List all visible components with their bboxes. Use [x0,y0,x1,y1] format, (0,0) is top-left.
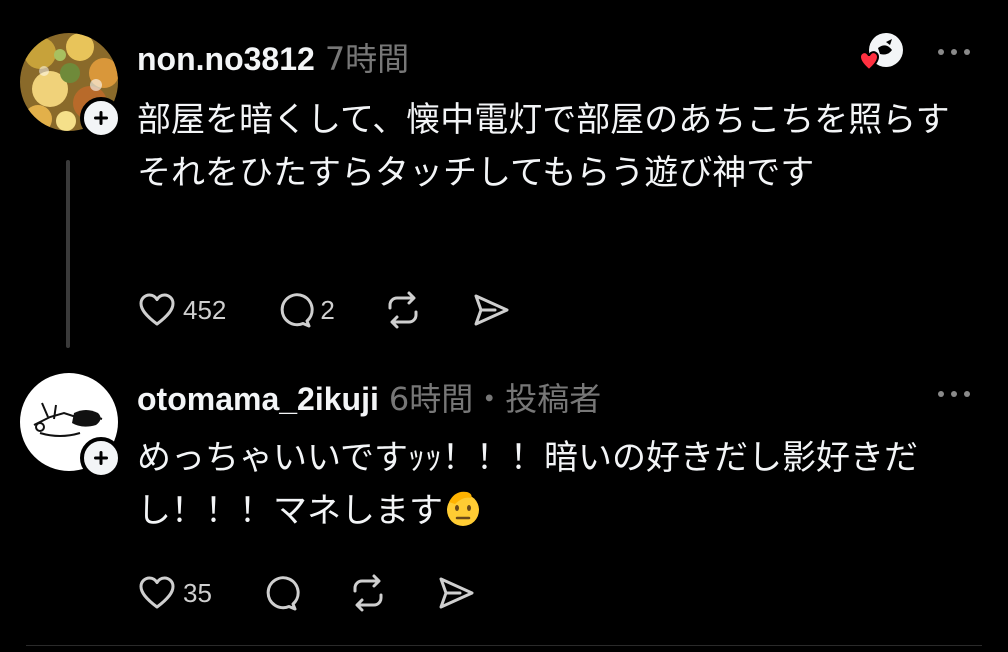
repost-icon [388,291,418,329]
share-button[interactable] [471,290,511,330]
heart-icon [139,576,175,609]
more-dots-icon [938,391,970,397]
reply-button[interactable]: 2 [274,290,335,330]
author-liked-badge [858,30,906,76]
send-icon [474,294,509,326]
post-actions: 35 [137,573,524,613]
repost-button[interactable] [348,573,388,613]
timestamp: 7時間 [324,40,410,78]
reply-count: 2 [320,294,335,325]
heart-icon [139,293,175,326]
timestamp-and-author-label: 6時間・投稿者 [388,380,602,418]
more-dots-icon [938,49,970,55]
share-button[interactable] [436,573,476,613]
like-count: 35 [183,577,212,608]
follow-button[interactable] [80,97,122,139]
like-button[interactable]: 452 [137,290,226,330]
more-button[interactable] [936,384,972,404]
post-body-text: めっちゃいいですｯｯ！！！暗いの好きだし影好きだし！！！マネします [137,438,918,531]
like-count: 452 [183,294,227,325]
send-icon [439,577,474,609]
saluting-face-emoji-icon [447,491,479,526]
repost-button[interactable] [383,290,423,330]
post-header: otomama_2ikuji 6時間・投稿者 [137,374,601,418]
username[interactable]: non.no3812 [137,41,315,78]
username[interactable]: otomama_2ikuji [137,381,379,418]
thread-line [66,160,70,348]
plus-icon [94,451,108,465]
repost-icon [353,574,383,612]
comment-icon [266,576,300,611]
more-button[interactable] [936,42,972,62]
post-header: non.no3812 7時間 [137,34,409,78]
post-body: 部屋を暗くして、懐中電灯で部屋のあちこちを照らす それをひたすらタッチしてもらう… [137,100,950,193]
post-actions: 452 2 [137,290,559,330]
like-button[interactable]: 35 [137,573,212,613]
reply-button[interactable] [260,573,300,613]
divider [26,645,982,646]
comment-icon [281,293,315,328]
plus-icon [94,111,108,125]
follow-button[interactable] [80,437,122,479]
post-body: めっちゃいいですｯｯ！！！暗いの好きだし影好きだし！！！マネします [137,432,977,538]
